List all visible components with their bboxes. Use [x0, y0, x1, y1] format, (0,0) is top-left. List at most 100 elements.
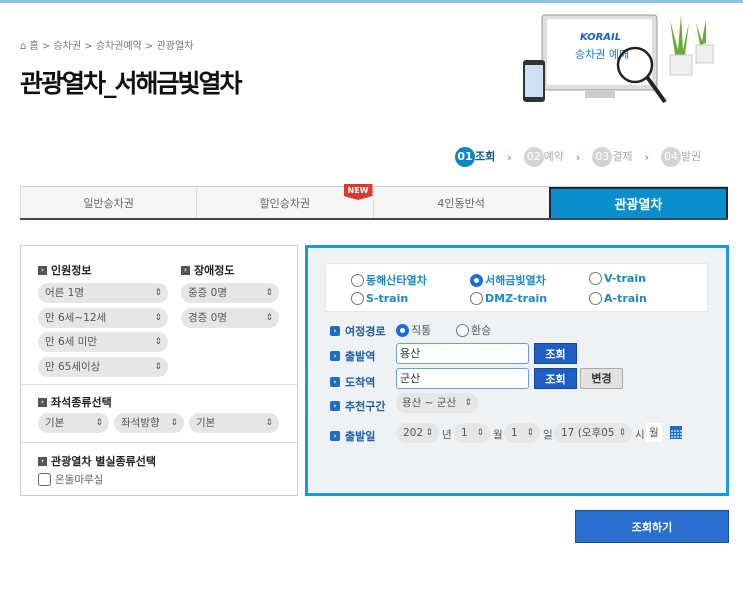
updown-icon: ⇕	[425, 428, 433, 438]
updown-icon: ⇕	[265, 418, 273, 428]
radio-v-train[interactable]: V-train	[589, 272, 646, 285]
radio-seohae-geumbit[interactable]: 서해금빛열차	[470, 272, 546, 288]
tab-general[interactable]: 일반승차권	[20, 187, 197, 218]
swap-stations-button[interactable]: 변경	[580, 368, 623, 389]
weekday: 월	[646, 423, 662, 442]
korail-banner-illustration: KORAIL 승차권 예매	[523, 14, 714, 104]
radio-dmz-train[interactable]: DMZ-train	[470, 292, 547, 305]
tab-tour-train[interactable]: 관광열차	[548, 187, 728, 218]
radio-s-train[interactable]: S-train	[351, 292, 408, 305]
tour-search-panel: 동해산타열차 서해금빛열차 V-train S-train DMZ-train …	[305, 245, 729, 496]
updown-icon: ⇕	[154, 313, 162, 323]
room-type-label: › 관광열차 별실종류선택	[38, 453, 156, 469]
breadcrumb-tour: 관광열차	[156, 41, 194, 52]
korail-logo: KORAIL	[580, 32, 621, 43]
arrow-box-icon: ›	[330, 431, 340, 441]
arrow-box-icon: ›	[330, 326, 340, 336]
radio-direct[interactable]: 직통	[396, 322, 431, 338]
route-label: › 여정경로	[330, 323, 385, 339]
arrow-box-icon: ›	[38, 397, 47, 407]
breadcrumb-home[interactable]: 홈	[30, 41, 39, 52]
month-select[interactable]: 1 ⇕	[454, 423, 490, 443]
year-unit: 년	[442, 429, 452, 441]
day-select[interactable]: 1 ⇕	[504, 423, 540, 443]
child-select[interactable]: 만 6세~12세 ⇕	[38, 308, 168, 328]
adult-select[interactable]: 어른 1명 ⇕	[38, 283, 168, 303]
breadcrumb-reservation[interactable]: 승차권예약	[96, 41, 142, 52]
divider	[21, 384, 297, 385]
seat-direction-select[interactable]: 좌석방향 ⇕	[114, 413, 184, 433]
seat-type-select[interactable]: 기본 ⇕	[38, 413, 109, 433]
updown-icon: ⇕	[154, 362, 162, 372]
arrival-input[interactable]: 군산	[396, 368, 529, 389]
new-badge: NEW	[343, 184, 373, 200]
updown-icon: ⇕	[618, 428, 626, 438]
infant-select[interactable]: 만 6세 미만 ⇕	[38, 332, 168, 352]
seat-position-select[interactable]: 기본 ⇕	[189, 413, 279, 433]
month-unit: 월	[493, 429, 503, 441]
departure-date-label: › 출발일	[330, 428, 375, 444]
train-type-radios: 동해산타열차 서해금빛열차 V-train S-train DMZ-train …	[325, 263, 708, 312]
arrow-box-icon: ›	[38, 265, 47, 275]
sep: >	[81, 41, 96, 52]
mild-select[interactable]: 경증 0명 ⇕	[181, 308, 279, 328]
tab-discount[interactable]: 할인승차권 NEW	[196, 184, 373, 218]
step-pay: 03 결제	[592, 147, 633, 167]
departure-lookup-button[interactable]: 조회	[534, 343, 577, 364]
page-title: 관광열차_서해금빛열차	[20, 69, 243, 98]
step-search: 01 조회	[455, 147, 495, 167]
disability-label: › 장애정도	[181, 262, 234, 278]
progress-steps: 01 조회 › 02 예약 › 03 결제 › 04 발권	[455, 147, 701, 167]
radio-transfer[interactable]: 환승	[456, 322, 491, 338]
seat-type-label: › 좌석종류선택	[38, 394, 112, 410]
top-border	[0, 0, 743, 3]
radio-donghae-santa[interactable]: 동해산타열차	[351, 272, 427, 288]
divider	[21, 442, 297, 443]
arrow-box-icon: ›	[330, 401, 340, 411]
sep: >	[38, 41, 54, 52]
updown-icon: ⇕	[464, 398, 472, 408]
arrow-box-icon: ›	[181, 265, 190, 275]
year-select[interactable]: 202 ⇕	[396, 423, 439, 443]
passenger-label: › 인원정보	[38, 262, 91, 278]
updown-icon: ⇕	[476, 428, 484, 438]
updown-icon: ⇕	[154, 288, 162, 298]
hour-select[interactable]: 17 (오후05 ⇕	[554, 423, 632, 443]
day-unit: 일	[543, 429, 553, 441]
step-reserve: 02 예약	[523, 147, 564, 167]
arrival-label: › 도착역	[330, 374, 375, 390]
passenger-panel: › 인원정보 › 장애정도 어른 1명 ⇕ 만 6세~12세 ⇕ 만 6세 미만 ⇕ 만 …	[20, 245, 298, 496]
departure-input[interactable]: 용산	[396, 343, 529, 364]
calendar-icon[interactable]	[670, 426, 682, 439]
updown-icon: ⇕	[265, 288, 273, 298]
updown-icon: ⇕	[95, 418, 103, 428]
chevron-right-icon: ›	[575, 150, 581, 164]
updown-icon: ⇕	[265, 313, 273, 323]
breadcrumb: ⌂ 홈 > 승차권 > 승차권예약 > 관광열차	[20, 37, 193, 52]
ticket-tabs: 일반승차권 할인승차권 NEW 4인동반석 관광열차	[20, 184, 728, 220]
sep: >	[141, 41, 157, 52]
recommended-section-select[interactable]: 용산 ~ 군산 ⇕	[396, 393, 478, 413]
arrow-box-icon: ›	[330, 351, 340, 361]
tab-four-seat[interactable]: 4인동반석	[372, 187, 549, 218]
search-button[interactable]: 조회하기	[575, 510, 729, 543]
updown-icon: ⇕	[154, 337, 162, 347]
arrow-box-icon: ›	[38, 456, 47, 466]
senior-select[interactable]: 만 65세이상 ⇕	[38, 357, 168, 377]
updown-icon: ⇕	[170, 418, 178, 428]
updown-icon: ⇕	[526, 428, 534, 438]
recommended-section-label: › 추천구간	[330, 398, 385, 414]
severe-select[interactable]: 중증 0명 ⇕	[181, 283, 279, 303]
chevron-right-icon: ›	[644, 150, 649, 164]
hour-unit: 시	[635, 429, 645, 441]
checkbox[interactable]	[38, 473, 51, 486]
home-icon[interactable]: ⌂	[20, 41, 30, 52]
departure-label: › 출발역	[330, 348, 375, 364]
arrival-lookup-button[interactable]: 조회	[534, 368, 577, 389]
step-issue: 04 발권	[660, 147, 701, 167]
breadcrumb-ticket[interactable]: 승차권	[53, 41, 81, 52]
radio-a-train[interactable]: A-train	[589, 292, 647, 305]
arrow-box-icon: ›	[330, 377, 340, 387]
ondol-room-option[interactable]: 온돌마루실	[38, 472, 103, 487]
chevron-right-icon: ›	[507, 150, 512, 164]
